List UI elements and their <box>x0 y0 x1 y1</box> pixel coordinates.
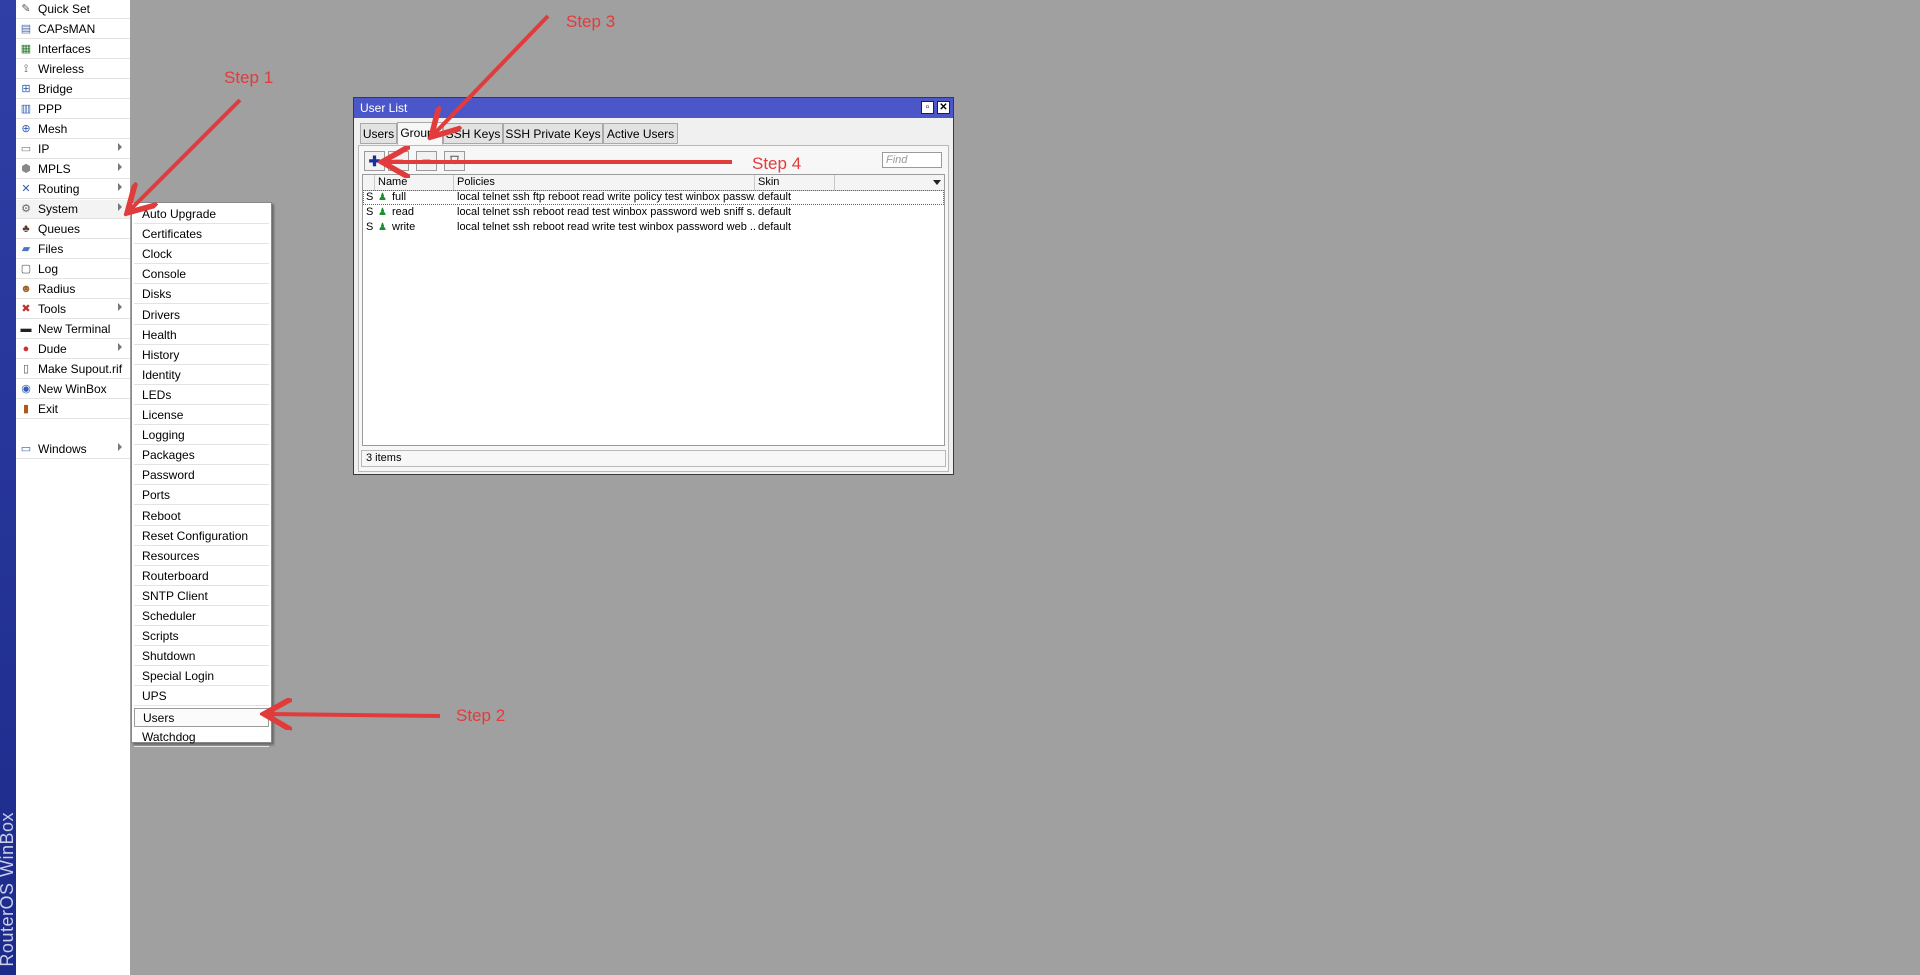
step-4-label: Step 4 <box>752 154 802 173</box>
step-3-arrow <box>434 14 550 134</box>
step-3-label: Step 3 <box>566 12 616 31</box>
step-1-arrow <box>130 98 242 210</box>
step-1-label: Step 1 <box>224 68 274 87</box>
annotation-arrows <box>0 14 732 975</box>
step-2-arrow <box>268 714 441 716</box>
step-2-label: Step 2 <box>456 706 506 725</box>
